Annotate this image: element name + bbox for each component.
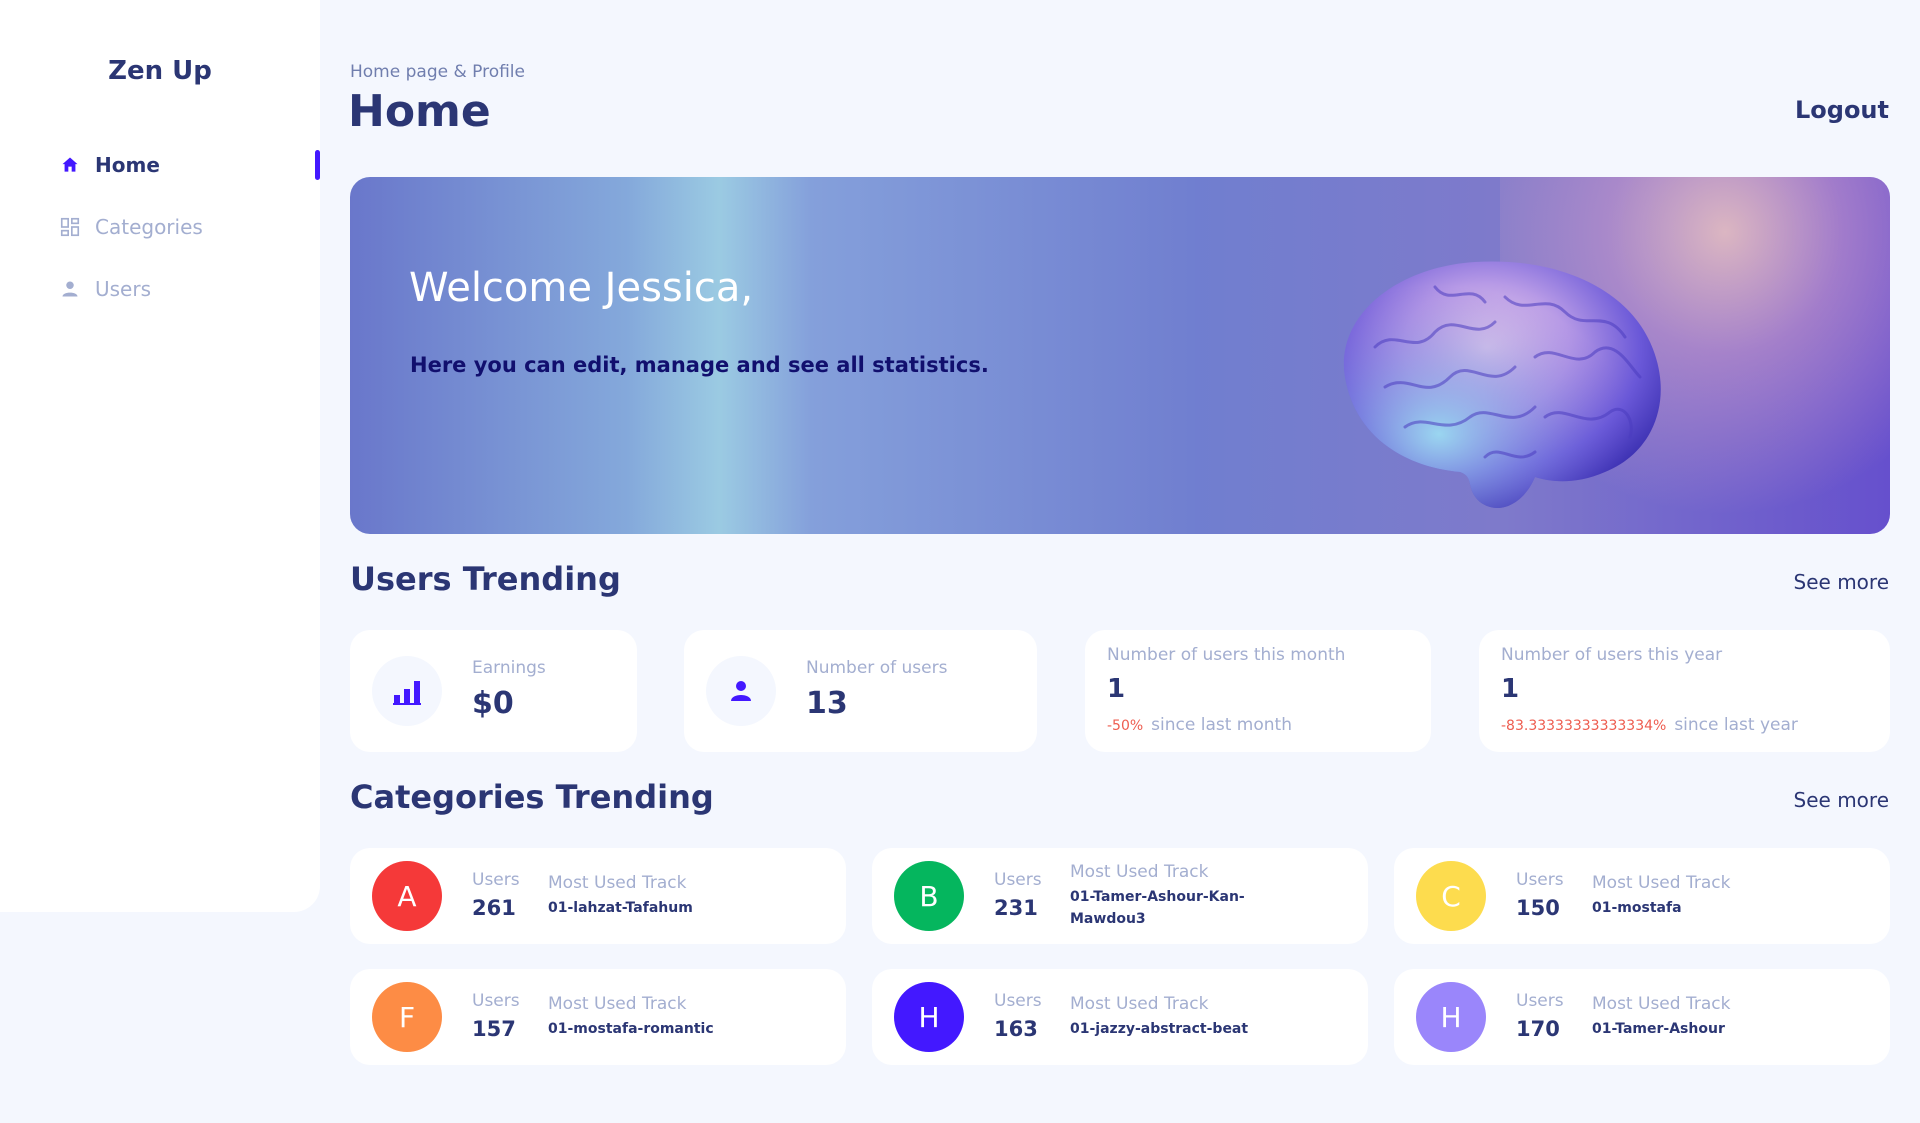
- users-trending-title: Users Trending: [350, 560, 621, 598]
- category-track-value: 01-lahzat-Tafahum: [548, 900, 693, 916]
- category-track-value: 01-jazzy-abstract-beat: [1070, 1021, 1249, 1037]
- sidebar: Zen Up Home Categories Users: [0, 0, 320, 912]
- category-track-value: 01-mostafa: [1592, 900, 1682, 916]
- category-track-label: Most Used Track: [548, 873, 687, 893]
- category-avatar: H: [894, 982, 964, 1052]
- sidebar-nav: Home Categories Users: [0, 145, 320, 331]
- home-icon: [59, 154, 81, 176]
- users-month-value: 1: [1107, 674, 1126, 704]
- category-users-label: Users: [994, 870, 1042, 890]
- category-track-label: Most Used Track: [1592, 873, 1731, 893]
- category-users-value: 157: [472, 1017, 516, 1041]
- sidebar-item-users[interactable]: Users: [0, 269, 320, 309]
- users-month-change: -50% since last month: [1107, 715, 1292, 735]
- category-users-label: Users: [1516, 991, 1564, 1011]
- page-title: Home: [348, 86, 491, 137]
- category-track-label: Most Used Track: [1070, 994, 1209, 1014]
- users-month-label: Number of users this month: [1107, 645, 1346, 665]
- category-track-value: 01-Tamer-Ashour: [1592, 1021, 1725, 1037]
- categories-see-more-link[interactable]: See more: [1794, 788, 1889, 812]
- category-card[interactable]: F Users 157 Most Used Track 01-mostafa-r…: [350, 969, 846, 1065]
- breadcrumb: Home page & Profile: [350, 62, 525, 82]
- category-track-value: 01-Tamer-Ashour-Kan-Mawdou3: [1070, 889, 1245, 927]
- category-card[interactable]: B Users 231 Most Used Track 01-Tamer-Ash…: [872, 848, 1368, 944]
- category-users-value: 261: [472, 896, 516, 920]
- category-avatar: C: [1416, 861, 1486, 931]
- month-change-percent: -50%: [1107, 718, 1144, 734]
- category-card[interactable]: H Users 170 Most Used Track 01-Tamer-Ash…: [1394, 969, 1890, 1065]
- brand-logo: Zen Up: [108, 56, 212, 86]
- category-avatar: B: [894, 861, 964, 931]
- month-change-caption: since last month: [1151, 715, 1292, 735]
- active-indicator: [315, 150, 320, 180]
- users-year-label: Number of users this year: [1501, 645, 1723, 665]
- sidebar-item-label: Home: [95, 153, 160, 177]
- category-users-label: Users: [472, 870, 520, 890]
- users-year-card: Number of users this year 1 -83.33333333…: [1479, 630, 1890, 752]
- category-avatar: F: [372, 982, 442, 1052]
- category-avatar: A: [372, 861, 442, 931]
- category-track-label: Most Used Track: [1592, 994, 1731, 1014]
- category-users-value: 170: [1516, 1017, 1560, 1041]
- person-icon: [706, 656, 776, 726]
- category-card[interactable]: C Users 150 Most Used Track 01-mostafa: [1394, 848, 1890, 944]
- brain-illustration: [1343, 261, 1661, 508]
- users-see-more-link[interactable]: See more: [1794, 570, 1889, 594]
- category-users-value: 163: [994, 1017, 1038, 1041]
- category-track-label: Most Used Track: [548, 994, 687, 1014]
- earnings-value: $0: [472, 686, 514, 721]
- category-users-value: 231: [994, 896, 1038, 920]
- sidebar-item-label: Categories: [95, 215, 203, 239]
- sidebar-item-label: Users: [95, 277, 152, 301]
- users-month-card: Number of users this month 1 -50% since l…: [1085, 630, 1431, 752]
- bar-chart-icon: [372, 656, 442, 726]
- users-year-value: 1: [1501, 674, 1520, 704]
- banner-title: Welcome Jessica,: [409, 265, 754, 311]
- banner-subtitle: Here you can edit, manage and see all st…: [410, 353, 989, 377]
- category-card[interactable]: A Users 261 Most Used Track 01-lahzat-Ta…: [350, 848, 846, 944]
- users-count-card: Number of users 13: [684, 630, 1037, 752]
- category-users-label: Users: [472, 991, 520, 1011]
- category-users-label: Users: [1516, 870, 1564, 890]
- category-users-label: Users: [994, 991, 1042, 1011]
- earnings-label: Earnings: [472, 658, 546, 678]
- category-users-value: 150: [1516, 896, 1560, 920]
- category-track-value: 01-mostafa-romantic: [548, 1021, 714, 1037]
- category-card[interactable]: H Users 163 Most Used Track 01-jazzy-abs…: [872, 969, 1368, 1065]
- category-avatar: H: [1416, 982, 1486, 1052]
- welcome-banner: Welcome Jessica, Here you can edit, mana…: [350, 177, 1890, 534]
- sidebar-item-categories[interactable]: Categories: [0, 207, 320, 247]
- year-change-percent: -83.33333333333334%: [1501, 718, 1667, 734]
- sidebar-item-home[interactable]: Home: [0, 145, 320, 185]
- categories-trending-title: Categories Trending: [350, 778, 714, 816]
- users-count-value: 13: [806, 686, 848, 721]
- logout-button[interactable]: Logout: [1795, 96, 1889, 124]
- users-year-change: -83.33333333333334% since last year: [1501, 715, 1798, 735]
- category-track-label: Most Used Track: [1070, 862, 1209, 882]
- earnings-card: Earnings $0: [350, 630, 637, 752]
- users-count-label: Number of users: [806, 658, 948, 678]
- grid-icon: [59, 216, 81, 238]
- person-icon: [59, 278, 81, 300]
- year-change-caption: since last year: [1674, 715, 1798, 735]
